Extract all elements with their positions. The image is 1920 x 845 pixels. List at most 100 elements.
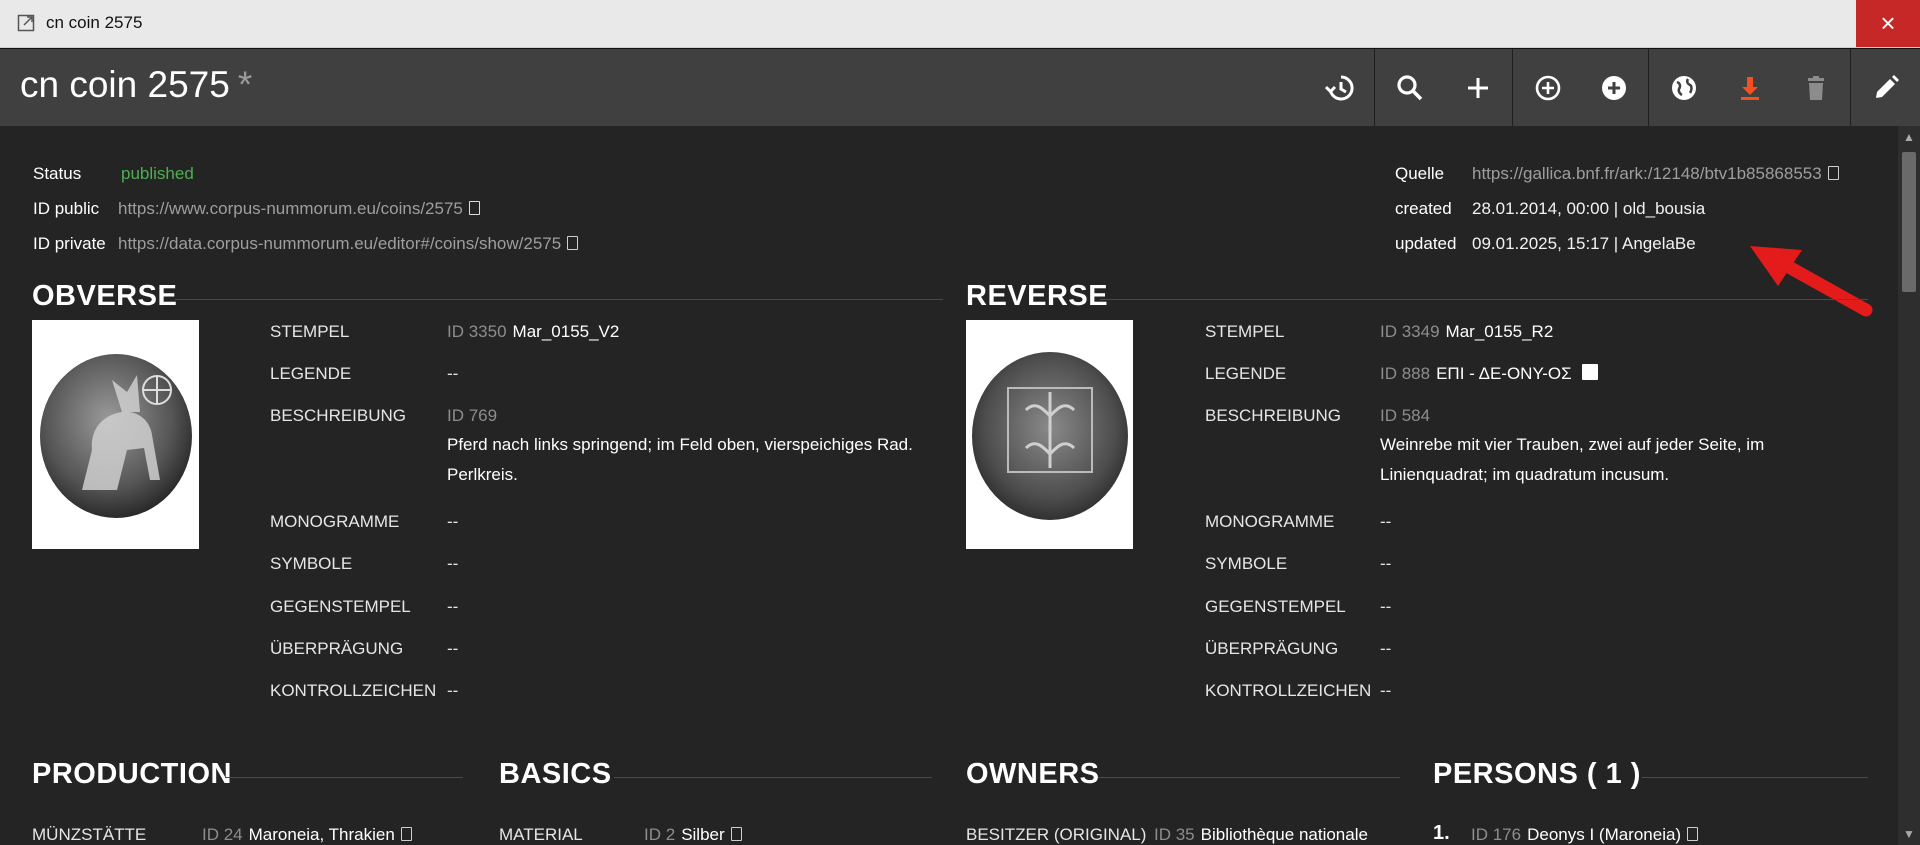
reverse-coin-image[interactable]	[966, 320, 1133, 549]
reverse-beschreibung-id: ID 584	[1380, 406, 1431, 425]
record-toolbar: cn coin 2575 *	[0, 48, 1920, 127]
open-external-icon	[17, 14, 35, 32]
add-button[interactable]	[1446, 49, 1510, 126]
window-close-button[interactable]: ×	[1856, 0, 1920, 47]
muenzstaette-id: ID 24	[202, 825, 243, 844]
person-value[interactable]: Deonys I (Maroneia)	[1527, 825, 1681, 844]
reverse-gegenstempel-value: --	[1380, 597, 1392, 616]
updated-value: 09.01.2025, 15:17 | AngelaBe	[1472, 234, 1696, 253]
delete-button[interactable]	[1784, 49, 1848, 126]
obverse-legende-label: LEGENDE	[270, 364, 352, 383]
window-titlebar: cn coin 2575 ×	[0, 0, 1920, 48]
copy-icon[interactable]	[1687, 827, 1699, 841]
id-public-link[interactable]: https://www.corpus-nummorum.eu/coins/257…	[118, 199, 463, 218]
reverse-ueberpraegung-value: --	[1380, 639, 1392, 658]
toolbar-divider	[1512, 49, 1513, 126]
add-circle-outline-icon	[1535, 75, 1561, 100]
trash-icon	[1808, 75, 1824, 100]
basics-heading: BASICS	[499, 758, 612, 790]
obverse-ueberpraegung-value: --	[447, 639, 459, 658]
add-circle-outline-button[interactable]	[1516, 49, 1580, 126]
created-label: created	[1395, 199, 1452, 218]
copy-icon[interactable]	[1827, 166, 1839, 180]
reverse-symbole-label: SYMBOLE	[1205, 554, 1288, 573]
copy-icon[interactable]	[468, 201, 480, 215]
annotation-arrow-icon	[1750, 246, 1873, 317]
search-button[interactable]	[1378, 49, 1442, 126]
obverse-coin-image[interactable]	[32, 320, 199, 549]
add-circle-button[interactable]	[1582, 49, 1646, 126]
scroll-down-icon[interactable]: ▼	[1898, 827, 1920, 841]
persons-divider	[1642, 777, 1868, 778]
reverse-symbole-value: --	[1380, 554, 1392, 573]
obverse-monogramme-label: MONOGRAMME	[270, 512, 400, 531]
download-button[interactable]	[1718, 49, 1782, 126]
obverse-stempel-id: ID 3350	[447, 322, 507, 341]
obverse-beschreibung-label: BESCHREIBUNG	[270, 406, 407, 425]
obverse-coin-picture	[40, 354, 192, 518]
quelle-link[interactable]: https://gallica.bnf.fr/ark:/12148/btv1b8…	[1472, 164, 1822, 183]
reverse-coin-picture	[972, 352, 1128, 520]
obverse-divider	[175, 299, 943, 300]
reverse-legende-text[interactable]: ΕΠΙ - ΔΕ-ΟΝΥ-ΟΣ	[1436, 364, 1572, 383]
basics-divider	[614, 777, 932, 778]
muenzstaette-label: MÜNZSTÄTTE	[32, 825, 147, 844]
plus-icon	[1468, 77, 1488, 98]
copy-icon[interactable]	[1581, 364, 1598, 380]
id-private-link[interactable]: https://data.corpus-nummorum.eu/editor#/…	[118, 234, 561, 253]
reverse-kontrollzeichen-value: --	[1380, 681, 1392, 700]
besitzer-id: ID 35	[1154, 825, 1195, 844]
reverse-beschreibung-label: BESCHREIBUNG	[1205, 406, 1342, 425]
search-icon	[1397, 74, 1423, 100]
toolbar-divider	[1374, 49, 1375, 126]
material-label: MATERIAL	[499, 825, 583, 844]
owners-heading: OWNERS	[966, 758, 1100, 790]
reverse-kontrollzeichen-label: KONTROLLZEICHEN	[1205, 681, 1372, 700]
edit-icon	[1876, 74, 1899, 98]
obverse-beschreibung-text: Pferd nach links springend; im Feld oben…	[447, 435, 913, 484]
modified-marker: *	[237, 64, 253, 105]
window-title: cn coin 2575	[46, 13, 143, 32]
obverse-kontrollzeichen-label: KONTROLLZEICHEN	[270, 681, 437, 700]
status-value: published	[121, 164, 194, 183]
updated-label: updated	[1395, 234, 1457, 253]
toolbar-divider	[1648, 49, 1649, 126]
download-icon	[1741, 76, 1759, 100]
quelle-label: Quelle	[1395, 164, 1445, 183]
publish-button[interactable]	[1652, 49, 1716, 126]
obverse-monogramme-value: --	[447, 512, 459, 531]
obverse-gegenstempel-value: --	[447, 597, 459, 616]
copy-icon[interactable]	[567, 236, 579, 250]
production-divider	[225, 777, 463, 778]
obverse-gegenstempel-label: GEGENSTEMPEL	[270, 597, 411, 616]
person-number: 1.	[1433, 822, 1450, 844]
person-id: ID 176	[1471, 825, 1522, 844]
status-label: Status	[33, 164, 82, 183]
muenzstaette-value[interactable]: Maroneia, Thrakien	[249, 825, 395, 844]
besitzer-value[interactable]: Bibliothèque nationale	[1201, 825, 1368, 844]
reverse-legende-label: LEGENDE	[1205, 364, 1287, 383]
copy-icon[interactable]	[730, 827, 742, 841]
persons-heading: PERSONS ( 1 )	[1433, 758, 1641, 790]
obverse-stempel-name[interactable]: Mar_0155_V2	[513, 322, 620, 341]
reverse-stempel-name[interactable]: Mar_0155_R2	[1446, 322, 1554, 341]
scrollbar-thumb[interactable]	[1902, 152, 1916, 292]
reverse-monogramme-value: --	[1380, 512, 1392, 531]
add-circle-icon	[1602, 75, 1626, 100]
history-button[interactable]	[1308, 49, 1372, 126]
production-heading: PRODUCTION	[32, 758, 232, 790]
vertical-scrollbar[interactable]: ▲ ▼	[1898, 126, 1920, 845]
scroll-up-icon[interactable]: ▲	[1898, 130, 1920, 144]
obverse-symbole-label: SYMBOLE	[270, 554, 353, 573]
reverse-gegenstempel-label: GEGENSTEMPEL	[1205, 597, 1346, 616]
edit-button[interactable]	[1854, 49, 1918, 126]
material-id: ID 2	[644, 825, 676, 844]
obverse-heading: OBVERSE	[32, 280, 178, 312]
copy-icon[interactable]	[400, 827, 412, 841]
obverse-stempel-label: STEMPEL	[270, 322, 350, 341]
meta-left: Status published ID public https://www.cor…	[33, 156, 579, 261]
history-icon	[1325, 74, 1354, 100]
owners-divider	[1098, 777, 1400, 778]
material-value[interactable]: Silber	[681, 825, 724, 844]
toolbar-divider	[1850, 49, 1851, 126]
